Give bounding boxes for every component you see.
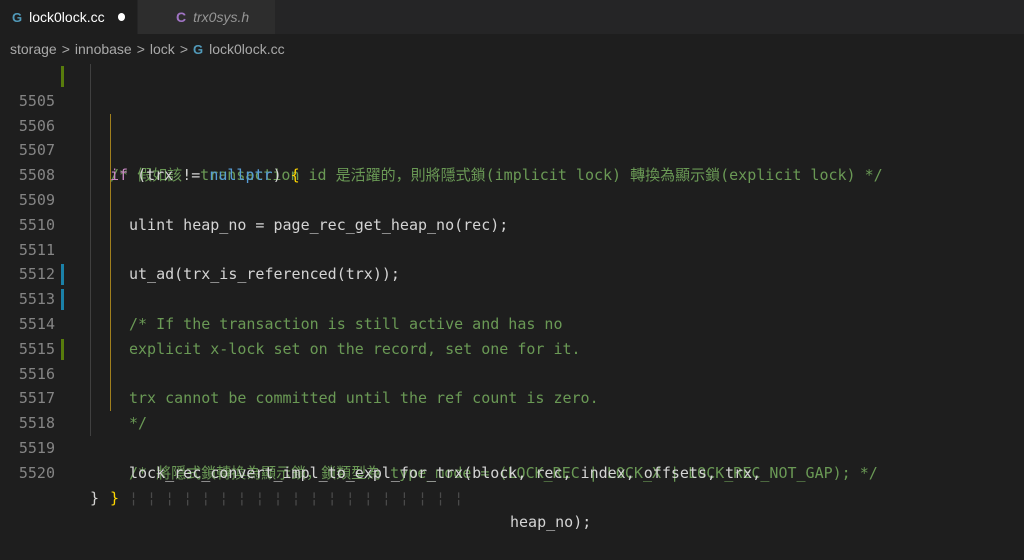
- c-file-icon: C: [176, 9, 187, 25]
- code-line[interactable]: 5514 */: [0, 287, 1024, 432]
- code-line[interactable]: 5515: [0, 311, 1024, 358]
- indent-guide: [90, 336, 91, 362]
- breadcrumb-item-lock[interactable]: lock: [150, 41, 175, 57]
- indent-guide: [90, 138, 91, 164]
- cpp-file-icon: G: [193, 41, 204, 57]
- line-number: 5520: [18, 463, 55, 482]
- code-line[interactable]: 5511 /* If the transaction is still acti…: [0, 212, 1024, 333]
- active-indent-guide: [110, 361, 111, 387]
- indent-guide: [90, 113, 91, 139]
- active-indent-guide: [110, 138, 111, 164]
- active-indent-guide: [110, 336, 111, 362]
- code-line[interactable]: 5510: [0, 187, 1024, 234]
- chevron-right-icon: >: [179, 41, 188, 57]
- closing-brace: }: [90, 488, 100, 507]
- breadcrumb: storage > innobase > lock > G lock0lock.…: [0, 34, 1024, 64]
- modified-line-marker[interactable]: [61, 264, 64, 286]
- chevron-right-icon: >: [61, 41, 70, 57]
- indent-guide: [90, 212, 91, 238]
- indent-guide: [90, 311, 91, 337]
- indent-guide: [90, 163, 91, 188]
- active-indent-guide: [110, 311, 111, 337]
- active-indent-guide: [110, 262, 111, 288]
- code-editor[interactable]: 5505 /* 假如該 transaction id 是活躍的，則將隱式鎖(im…: [0, 64, 1024, 531]
- tab-lock0lock-cc[interactable]: G lock0lock.cc: [0, 0, 138, 34]
- code-line[interactable]: 5508: [0, 138, 1024, 184]
- cpp-file-icon: G: [12, 9, 23, 25]
- tab-trx0sys-h[interactable]: C trx0sys.h: [138, 0, 276, 34]
- indent-guide: [90, 187, 91, 213]
- code-line[interactable]: 5506 if (trx != nullptr) {: [0, 88, 1024, 184]
- code-line[interactable]: 5507 ulint heap_no = page_rec_get_heap_n…: [0, 113, 1024, 234]
- code-line[interactable]: 5518 ¦ ¦ ¦ ¦ ¦ ¦ ¦ ¦ ¦ ¦ ¦ ¦ ¦ ¦ ¦ ¦ ¦ ¦…: [0, 386, 1024, 531]
- tab-label: lock0lock.cc: [29, 9, 105, 25]
- code-line[interactable]: 5512 explicit x-lock set on the record, …: [0, 237, 1024, 358]
- code-line[interactable]: 5516 /* 將隱式鎖轉換為顯示鎖，鎖類型為 type_mode = (LOC…: [0, 336, 1024, 482]
- code-text: heap_no);: [510, 513, 592, 532]
- whitespace-markers: ¦ ¦ ¦ ¦ ¦ ¦ ¦ ¦ ¦ ¦ ¦ ¦ ¦ ¦ ¦ ¦ ¦ ¦ ¦: [129, 488, 464, 507]
- code-line[interactable]: 5519 }: [0, 411, 1024, 507]
- active-indent-guide: [110, 212, 111, 238]
- unsaved-dot-icon[interactable]: [117, 13, 125, 21]
- active-indent-guide: [110, 113, 111, 139]
- tab-bar: G lock0lock.cc C trx0sys.h: [0, 0, 1024, 34]
- chevron-right-icon: >: [136, 41, 145, 57]
- indent-guide: [90, 411, 91, 436]
- tab-label: trx0sys.h: [193, 9, 250, 25]
- indent-guide: [90, 361, 91, 387]
- indent-guide: [90, 64, 91, 89]
- breadcrumb-item-storage[interactable]: storage: [10, 41, 57, 57]
- code-line[interactable]: 5513 trx cannot be committed until the r…: [0, 262, 1024, 407]
- indent-guide: [90, 386, 91, 412]
- code-line[interactable]: 5520 }: [0, 436, 1024, 507]
- indent-guide: [90, 287, 91, 312]
- modified-line-marker[interactable]: [61, 289, 64, 311]
- code-line[interactable]: 5509 ut_ad(trx_is_referenced(trx));: [0, 163, 1024, 283]
- indent-guide: [90, 88, 91, 114]
- indent-guide: [90, 262, 91, 288]
- active-indent-guide: [110, 163, 111, 188]
- breadcrumb-item-file[interactable]: lock0lock.cc: [209, 41, 284, 57]
- code-line[interactable]: 5505 /* 假如該 transaction id 是活躍的，則將隱式鎖(im…: [0, 64, 1024, 184]
- active-indent-guide: [110, 187, 111, 213]
- code-line[interactable]: 5517 lock_rec_convert_impl_to_expl_for_t…: [0, 361, 1024, 482]
- active-indent-guide: [110, 287, 111, 312]
- closing-brace: }: [110, 488, 120, 507]
- breadcrumb-item-innobase[interactable]: innobase: [75, 41, 132, 57]
- indent-guide: [90, 237, 91, 263]
- active-indent-guide: [110, 237, 111, 263]
- active-indent-guide: [110, 386, 111, 412]
- added-line-marker[interactable]: [61, 66, 64, 87]
- added-line-marker[interactable]: [61, 338, 64, 360]
- code-text: lock_rec_convert_impl_to_expl_for_trx(bl…: [129, 463, 762, 482]
